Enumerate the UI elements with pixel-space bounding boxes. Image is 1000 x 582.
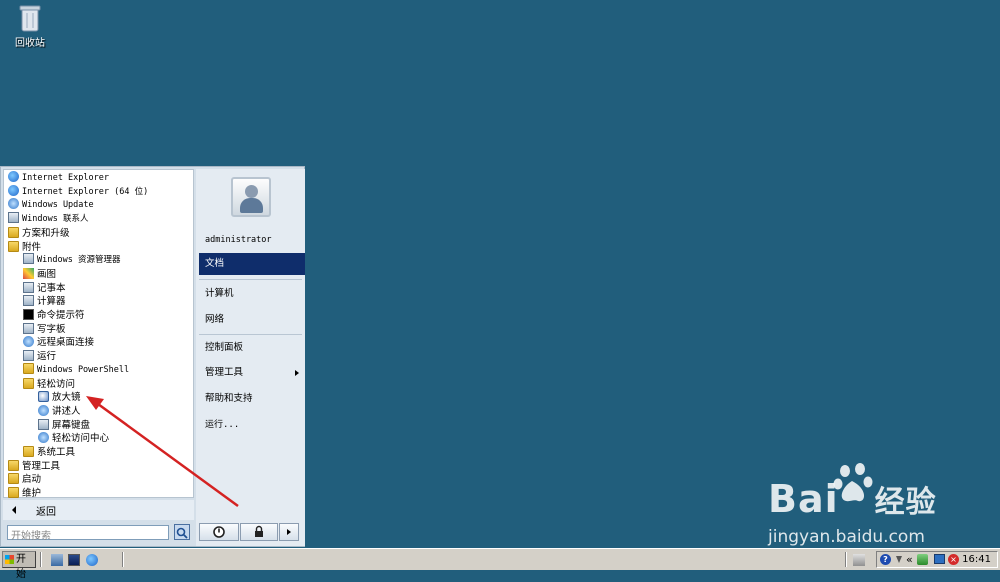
volume-muted-icon[interactable]: × <box>948 554 959 565</box>
server-manager-icon[interactable] <box>51 554 63 566</box>
tray-app-icon[interactable] <box>917 554 928 565</box>
separator <box>845 552 847 567</box>
separator <box>122 552 124 567</box>
notification-icon[interactable] <box>895 554 903 569</box>
watermark-url: jingyan.baidu.com <box>768 527 925 547</box>
start-button[interactable]: 开始 <box>2 551 36 580</box>
start-label: 开始 <box>16 554 26 580</box>
clock[interactable]: 16:41 <box>962 553 991 566</box>
network-icon[interactable] <box>934 554 945 564</box>
separator <box>40 552 42 567</box>
desktop-toolbar-icon[interactable] <box>853 554 865 566</box>
taskbar: 开始 ? « × 16:41 <box>0 548 1000 580</box>
powershell-icon[interactable] <box>68 554 80 566</box>
system-tray: ? « × 16:41 <box>876 551 998 568</box>
windows-logo-icon <box>5 555 14 564</box>
baidu-watermark: Bai 经验 jingyan.baidu.com <box>768 459 998 549</box>
show-hidden-icons-chevron[interactable]: « <box>906 553 913 566</box>
internet-explorer-icon[interactable] <box>86 554 98 566</box>
help-icon[interactable]: ? <box>880 554 891 565</box>
watermark-brand: Bai 经验 <box>768 477 937 521</box>
